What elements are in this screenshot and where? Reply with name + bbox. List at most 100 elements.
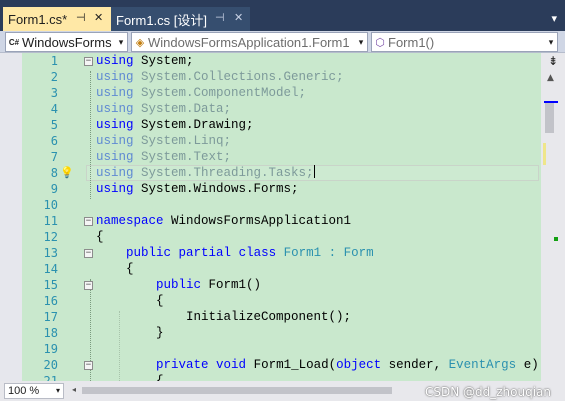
code-text: { (96, 373, 164, 381)
vertical-scrollbar[interactable]: ⇟ ▲ (541, 53, 565, 381)
code-token-ns-dim: System.ComponentModel; (141, 86, 307, 100)
code-text: InitializeComponent(); (96, 309, 351, 325)
code-token-kw: private (156, 358, 209, 372)
tab-form1-design[interactable]: Form1.cs [设计] ⊣ ✕ (111, 7, 250, 31)
line-number: 21 (43, 374, 58, 381)
line-number: 16 (43, 294, 58, 308)
code-text: { (96, 229, 104, 245)
code-line[interactable]: 14 { (0, 261, 541, 277)
code-line[interactable]: 8 using System.Threading.Tasks; (0, 165, 541, 181)
code-token-kw: using (96, 118, 134, 132)
line-number: 19 (43, 342, 58, 356)
code-token-kw: class (238, 246, 277, 260)
code-line[interactable]: 6 using System.Linq; (0, 133, 541, 149)
code-token-kw: namespace (96, 214, 164, 228)
vertical-scroll-thumb[interactable] (545, 101, 554, 133)
scroll-left-icon[interactable]: ◂ (72, 385, 76, 394)
line-number: 15 (43, 278, 58, 292)
code-token: e) (523, 358, 539, 372)
scroll-up-icon[interactable]: ▲ (547, 73, 554, 83)
code-token-kw-dim: using (96, 166, 134, 180)
code-token: System; (141, 54, 194, 68)
code-text: } (96, 325, 164, 341)
collapse-region-icon[interactable]: − (84, 249, 93, 258)
pin-icon[interactable]: ⊣ (76, 11, 86, 24)
code-text: { (96, 293, 164, 309)
code-line[interactable]: 2 using System.Collections.Generic; (0, 69, 541, 85)
code-text: private void Form1_Load(object sender, E… (96, 357, 539, 373)
code-line[interactable]: 13 − public partial class Form1 : Form (0, 245, 541, 261)
code-line[interactable]: 12 { (0, 229, 541, 245)
member-dropdown[interactable]: ⬡ Form1() ▾ (371, 32, 558, 52)
unsaved-change-marker (543, 143, 546, 165)
editor-bottom-bar: 100 % ▾ ◂ CSDN @dd_zhouqian (0, 381, 565, 401)
code-token: { (96, 262, 134, 276)
collapse-region-icon[interactable]: − (84, 361, 93, 370)
code-line[interactable]: 7 using System.Text; (0, 149, 541, 165)
code-line[interactable]: 11 − namespace WindowsFormsApplication1 (0, 213, 541, 229)
code-line[interactable]: 3 using System.ComponentModel; (0, 85, 541, 101)
line-number: 17 (43, 310, 58, 324)
collapse-region-icon[interactable]: − (84, 57, 93, 66)
line-number: 7 (50, 150, 58, 164)
project-dropdown-value: WindowsForms (22, 34, 112, 50)
code-line[interactable]: 19 (0, 341, 541, 357)
code-text: { (96, 261, 134, 277)
code-token-type: Form1 (283, 246, 322, 260)
code-token: Form1_Load( (253, 358, 337, 372)
line-number: 8 (50, 166, 58, 180)
line-number: 13 (43, 246, 58, 260)
method-icon: ⬡ (375, 36, 385, 49)
csharp-project-icon: C# (8, 37, 20, 47)
code-token-kw: object (336, 358, 382, 372)
caret-position-marker (544, 101, 558, 103)
close-icon[interactable]: ✕ (234, 11, 243, 24)
code-token-ns-dim: System.Threading.Tasks; (141, 166, 314, 180)
code-line[interactable]: 20 − private void Form1_Load(object sende… (0, 357, 541, 373)
code-line[interactable]: 9 using System.Windows.Forms; (0, 181, 541, 197)
code-line[interactable]: 21 { (0, 373, 541, 381)
code-token: } (96, 326, 164, 340)
code-line[interactable]: 5 using System.Drawing; (0, 117, 541, 133)
code-line[interactable]: 18 } (0, 325, 541, 341)
tab-overflow-dropdown-icon[interactable]: ▾ (551, 12, 557, 25)
lightbulb-icon[interactable]: 💡 (60, 166, 74, 180)
collapse-region-icon[interactable]: − (84, 217, 93, 226)
pin-icon[interactable]: ⊣ (215, 11, 225, 24)
line-number: 14 (43, 262, 58, 276)
type-dropdown[interactable]: ◈ WindowsFormsApplication1.Form1 ▾ (131, 32, 368, 52)
line-number: 12 (43, 230, 58, 244)
close-icon[interactable]: ✕ (94, 11, 103, 24)
code-line[interactable]: 17 InitializeComponent(); (0, 309, 541, 325)
code-editor[interactable]: 1− using System; 2 using System.Collections… (0, 53, 541, 381)
code-line[interactable]: 10 (0, 197, 541, 213)
split-window-icon[interactable]: ⇟ (545, 53, 561, 69)
collapse-region-icon[interactable]: − (84, 281, 93, 290)
code-token: { (96, 294, 164, 308)
code-text: using System.Collections.Generic; (96, 69, 344, 85)
code-text: using System.Data; (96, 101, 231, 117)
tab-form1-cs[interactable]: Form1.cs* ⊣ ✕ (3, 7, 111, 31)
code-line[interactable]: 4 using System.Data; (0, 101, 541, 117)
code-token-kw: using (96, 182, 134, 196)
chevron-down-icon: ▾ (548, 36, 554, 47)
code-token-kw-dim: using (96, 70, 134, 84)
horizontal-scroll-thumb[interactable] (82, 387, 392, 394)
chevron-down-icon: ▾ (358, 36, 364, 47)
watermark: CSDN @dd_zhouqian (424, 385, 551, 399)
code-text: using System.Drawing; (96, 117, 254, 133)
project-dropdown[interactable]: C# WindowsForms ▾ (5, 32, 128, 52)
zoom-dropdown[interactable]: 100 % ▾ (4, 383, 64, 399)
code-token-kw-dim: using (96, 86, 134, 100)
document-tab-strip: Form1.cs* ⊣ ✕ Form1.cs [设计] ⊣ ✕ ▾ (0, 0, 565, 31)
code-line[interactable]: 15 − public Form1() (0, 277, 541, 293)
code-text: using System.Threading.Tasks; (96, 165, 315, 181)
line-number: 11 (43, 214, 58, 228)
line-number: 20 (43, 358, 58, 372)
line-number: 1 (50, 54, 58, 68)
line-number: 3 (50, 86, 58, 100)
code-token: InitializeComponent(); (96, 310, 352, 324)
code-line[interactable]: 16 { (0, 293, 541, 309)
code-line[interactable]: 1 − using System; (0, 53, 541, 69)
